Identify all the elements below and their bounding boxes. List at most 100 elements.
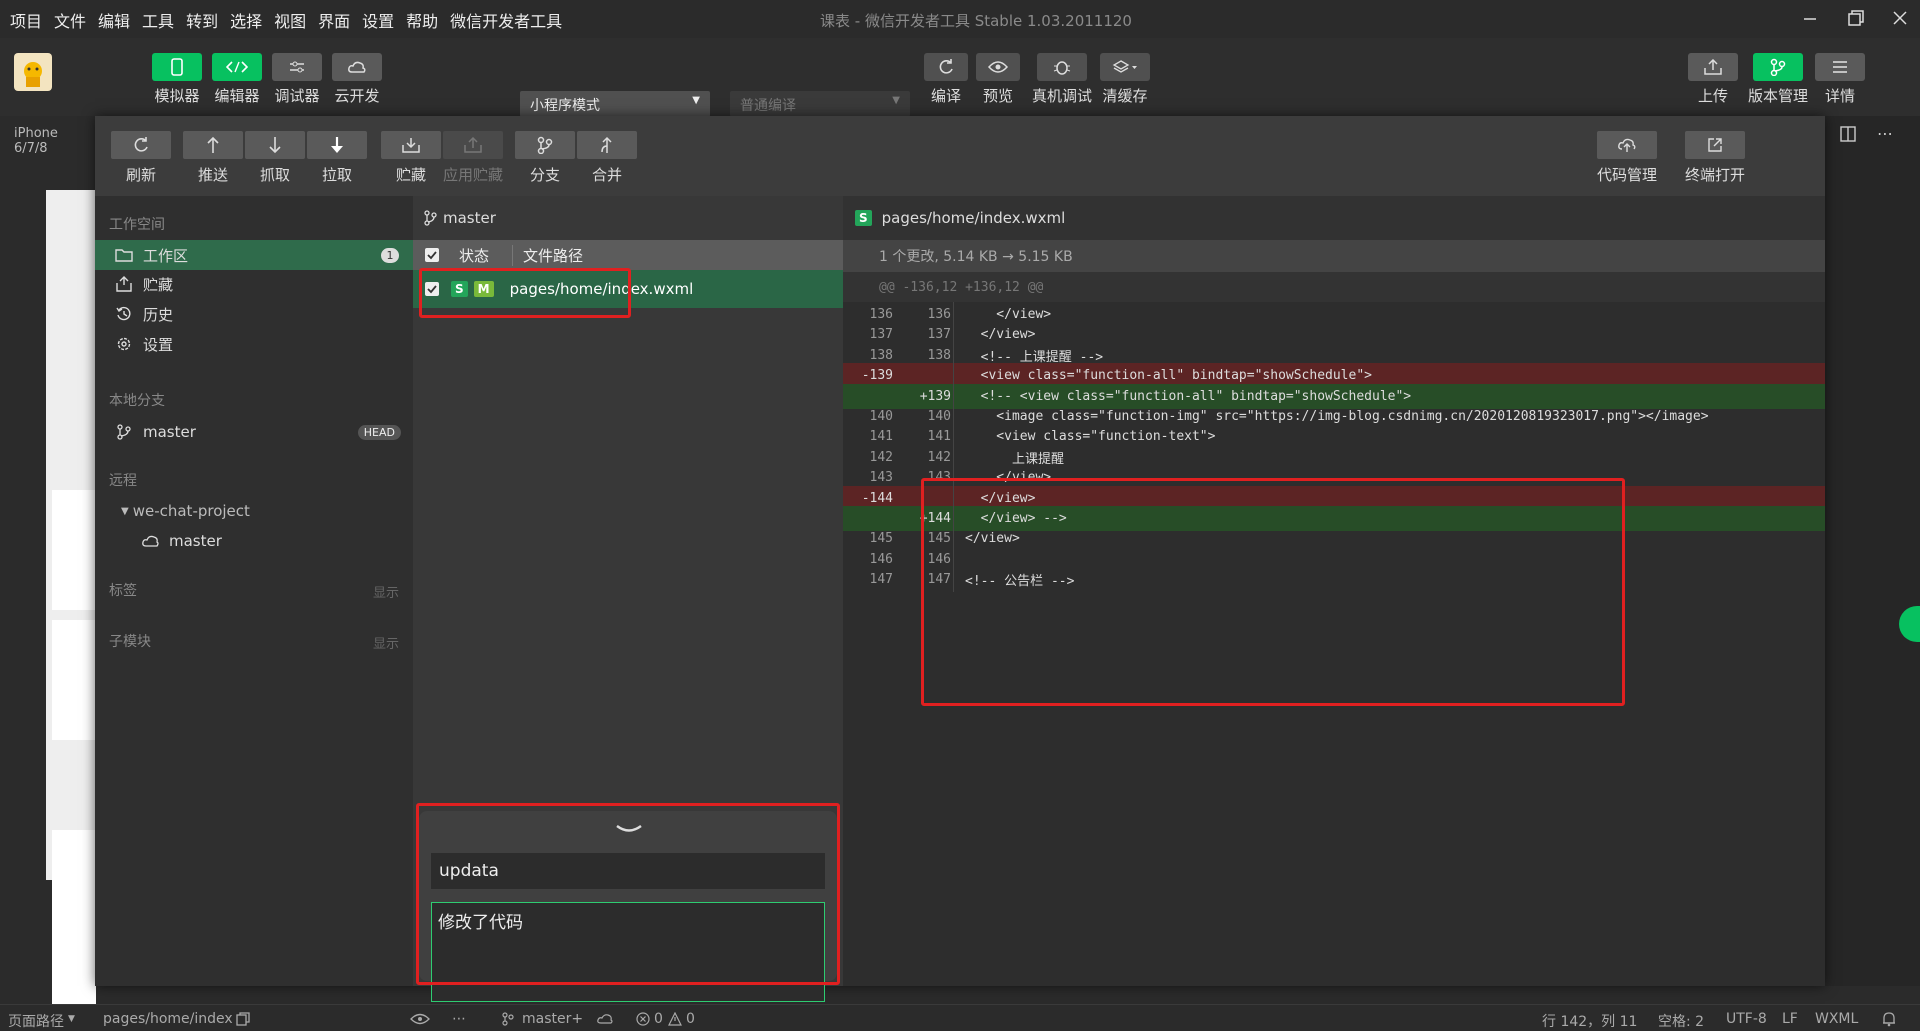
menu-file[interactable]: 文件 — [54, 8, 86, 32]
bell-icon[interactable] — [1882, 1011, 1896, 1027]
branch-icon — [515, 131, 575, 159]
staged-tag: S — [855, 210, 872, 226]
avatar[interactable] — [14, 53, 52, 91]
stash-button[interactable]: 贮藏 — [381, 131, 441, 185]
sidebar-item-remote-master[interactable]: master — [95, 526, 413, 556]
encoding[interactable]: UTF-8 — [1726, 1011, 1767, 1027]
simulator-screen[interactable] — [46, 190, 96, 1010]
upload-button[interactable]: 上传 — [1688, 53, 1738, 106]
editor-button[interactable]: 编辑器 — [210, 53, 264, 106]
editor-background: ⋯ — [1825, 116, 1920, 986]
diff-panel: S pages/home/index.wxml 1 个更改, 5.14 KB →… — [843, 196, 1825, 986]
branch-label: 分支 — [529, 166, 560, 184]
menu-select[interactable]: 选择 — [230, 8, 262, 32]
phone-icon — [152, 53, 202, 81]
debugger-button[interactable]: 调试器 — [270, 53, 324, 106]
warning-count[interactable]: 0 — [686, 1011, 695, 1027]
merge-button[interactable]: 合并 — [577, 131, 637, 185]
terminal-open-label: 终端打开 — [1684, 166, 1745, 184]
pull-button[interactable]: 拉取 — [307, 131, 367, 185]
old-line-number: 137 — [869, 327, 893, 343]
new-line-number: 142 — [927, 449, 951, 465]
menu-project[interactable]: 项目 — [10, 8, 42, 32]
clear-cache-button[interactable]: 清缓存 — [1098, 53, 1152, 106]
menu-settings[interactable]: 设置 — [362, 8, 394, 32]
changed-files-panel: master 状态 文件路径 S M pages/home/index.wxml… — [413, 196, 843, 1031]
fetch-icon — [245, 131, 305, 159]
tags-show-link[interactable]: 显示 — [373, 582, 399, 601]
push-icon — [183, 131, 243, 159]
stash-label: 贮藏 — [395, 166, 426, 184]
mode-select[interactable]: 小程序模式 ▼ — [520, 91, 710, 117]
more-icon[interactable]: ⋯ — [1877, 124, 1893, 143]
error-count[interactable]: 0 — [654, 1011, 663, 1027]
code-manage-button[interactable]: 代码管理 — [1595, 131, 1659, 185]
language-mode[interactable]: WXML — [1815, 1011, 1858, 1027]
sidebar-item-workspace[interactable]: 工作区 1 — [95, 240, 413, 270]
sidebar-item-stash[interactable]: 贮藏 — [95, 269, 413, 299]
copy-icon[interactable] — [236, 1012, 250, 1026]
sidebar-item-history[interactable]: 历史 — [95, 299, 413, 329]
push-button[interactable]: 推送 — [183, 131, 243, 185]
menu-edit[interactable]: 编辑 — [98, 8, 130, 32]
split-editor-icon[interactable] — [1840, 126, 1856, 142]
preview-button[interactable]: 预览 — [972, 53, 1024, 106]
minimize-icon[interactable] — [1795, 6, 1825, 32]
menu-goto[interactable]: 转到 — [186, 8, 218, 32]
folder-icon — [115, 246, 133, 264]
cloud-button[interactable]: 云开发 — [330, 53, 384, 106]
highlight-box-file — [419, 268, 631, 318]
menu-tools[interactable]: 工具 — [142, 8, 174, 32]
menu-help[interactable]: 帮助 — [406, 8, 438, 32]
eye-icon — [976, 53, 1020, 81]
pull-icon — [307, 131, 367, 159]
restore-icon[interactable] — [1840, 6, 1870, 32]
select-all-checkbox[interactable] — [425, 248, 439, 262]
details-button[interactable]: 详情 — [1815, 53, 1865, 106]
compile-mode-select[interactable]: 普通编译 ▼ — [730, 91, 910, 117]
old-line-number: 143 — [869, 470, 893, 486]
submodules-title: 子模块 — [109, 634, 151, 650]
line-ending[interactable]: LF — [1782, 1011, 1798, 1027]
version-management-panel: 刷新 推送 抓取 拉取 贮藏 应用贮藏 分支 合并 代码管理 终端打开 工作空间… — [95, 116, 1825, 1031]
page-path-label[interactable]: 页面路径 — [8, 1011, 64, 1031]
new-line-number: +139 — [919, 388, 951, 404]
push-label: 推送 — [197, 166, 228, 184]
close-icon[interactable] — [1885, 6, 1915, 32]
device-select[interactable]: iPhone 6/7/8 — [0, 116, 95, 156]
sidebar-item-master[interactable]: master HEAD — [95, 417, 413, 447]
simulator-card — [52, 490, 96, 610]
menu-view[interactable]: 视图 — [274, 8, 306, 32]
simulator-button[interactable]: 模拟器 — [150, 53, 204, 106]
fetch-button[interactable]: 抓取 — [245, 131, 305, 185]
main-toolbar: 模拟器 编辑器 调试器 云开发 小程序模式 ▼ 普通编译 ▼ 编译 预览 真机调试 … — [0, 38, 1920, 117]
apply-stash-button[interactable]: 应用贮藏 — [443, 131, 503, 185]
diff-line-code: <view class="function-text"> — [965, 429, 1216, 445]
refresh-icon — [924, 53, 968, 81]
head-badge: HEAD — [357, 424, 401, 440]
sidebar-item-remote-repo[interactable]: ▼ we-chat-project — [95, 496, 413, 526]
menu-interface[interactable]: 界面 — [318, 8, 350, 32]
device-name: iPhone 6/7/8 — [14, 126, 58, 156]
refresh-button[interactable]: 刷新 — [111, 131, 171, 185]
compile-button[interactable]: 编译 — [920, 53, 972, 106]
version-button[interactable]: 版本管理 — [1746, 53, 1810, 106]
real-debug-button[interactable]: 真机调试 — [1030, 53, 1094, 106]
indent-setting[interactable]: 空格: 2 — [1658, 1011, 1704, 1031]
git-branch-status[interactable]: master+ — [522, 1011, 583, 1027]
sidebar-item-settings[interactable]: 设置 — [95, 329, 413, 359]
refresh-icon — [111, 131, 171, 159]
sync-icon[interactable] — [596, 1013, 614, 1025]
eye-icon[interactable] — [410, 1013, 430, 1025]
submodules-show-link[interactable]: 显示 — [373, 633, 399, 652]
more-icon[interactable]: ⋯ — [452, 1011, 466, 1027]
cursor-position[interactable]: 行 142，列 11 — [1542, 1011, 1637, 1031]
menu-wechat-devtools[interactable]: 微信开发者工具 — [450, 8, 562, 32]
path-column-header: 文件路径 — [512, 244, 583, 266]
branch-button[interactable]: 分支 — [515, 131, 575, 185]
highlight-box-diff — [921, 478, 1625, 706]
float-badge — [1899, 606, 1920, 642]
diff-line-code: <!-- 上课提醒 --> — [965, 349, 1104, 365]
terminal-open-button[interactable]: 终端打开 — [1683, 131, 1747, 185]
sidebar-item-label: we-chat-project — [132, 502, 250, 520]
